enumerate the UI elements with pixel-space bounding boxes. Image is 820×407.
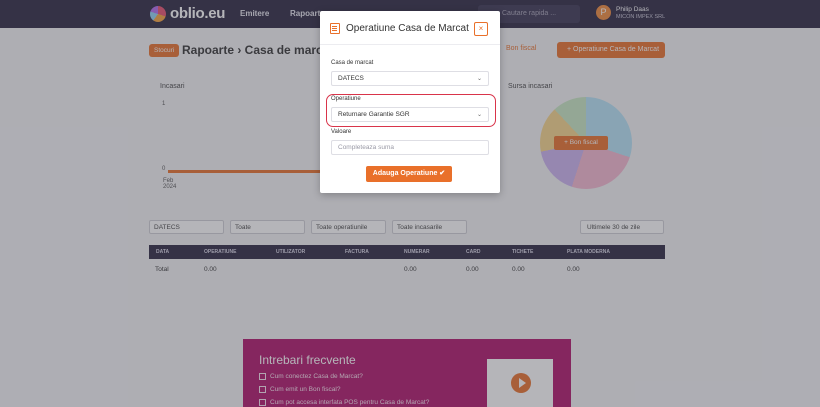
modal-title: Operatiune Casa de Marcat (346, 23, 469, 34)
close-button[interactable]: × (474, 22, 488, 36)
chevron-down-icon: ⌄ (476, 112, 482, 118)
casa-label: Casa de marcat (331, 60, 374, 66)
operation-modal: Operatiune Casa de Marcat × Casa de marc… (320, 11, 500, 193)
casa-select-value: DATECS (338, 75, 364, 82)
modal-divider (320, 44, 500, 45)
operatiune-select[interactable]: Returnare Garantie SGR ⌄ (331, 107, 489, 122)
register-icon (330, 23, 340, 34)
operatiune-select-value: Returnare Garantie SGR (338, 111, 410, 118)
chevron-down-icon: ⌄ (476, 76, 482, 82)
valoare-input[interactable]: Completeaza suma (331, 140, 489, 155)
operatiune-label: Operatiune (331, 96, 361, 102)
valoare-label: Valoare (331, 129, 352, 135)
casa-select[interactable]: DATECS ⌄ (331, 71, 489, 86)
add-operation-submit-button[interactable]: Adauga Operatiune ✔ (366, 166, 452, 182)
